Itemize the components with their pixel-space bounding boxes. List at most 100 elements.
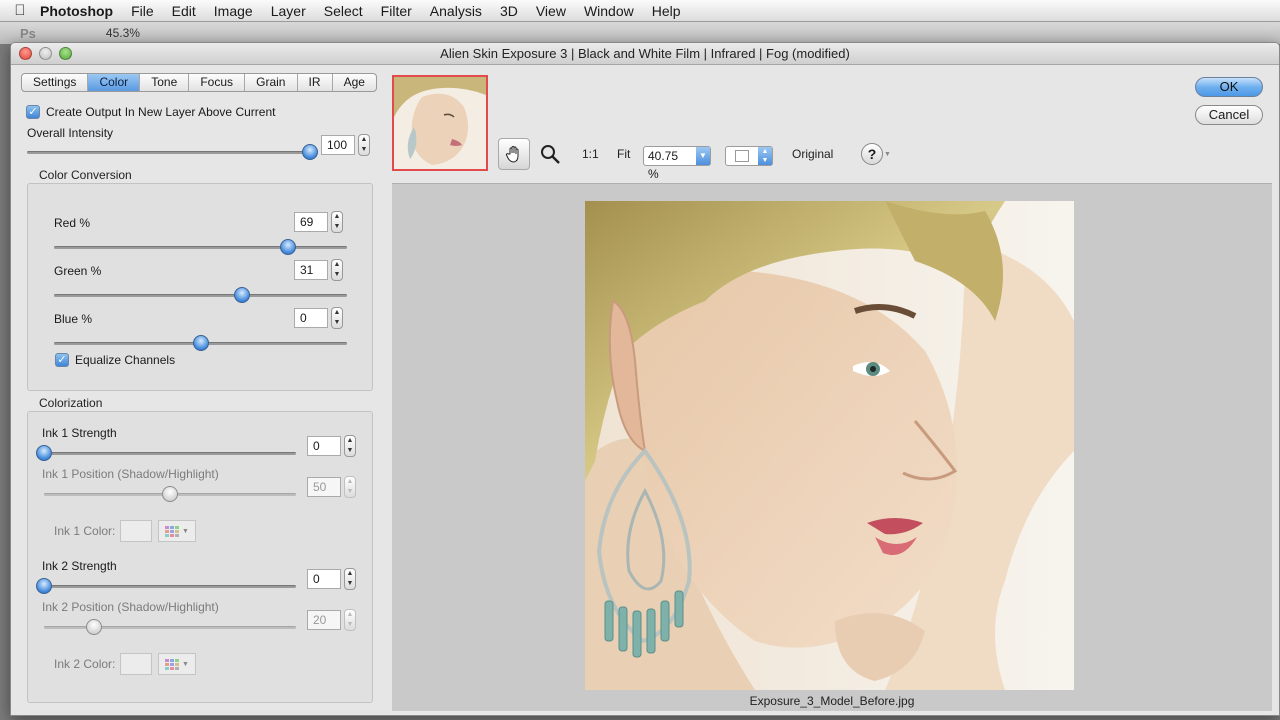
- blue-step-arrows[interactable]: ▲ ▼: [331, 307, 343, 329]
- thumbnail-image: [394, 77, 486, 169]
- overall-intensity-field[interactable]: 100: [321, 135, 355, 155]
- red-field[interactable]: 69: [294, 212, 328, 232]
- zoom-tool-button[interactable]: [535, 137, 565, 171]
- apple-menu-icon[interactable]: : [0, 2, 40, 19]
- equalize-channels-row[interactable]: ✓ Equalize Channels: [55, 353, 175, 367]
- green-label: Green %: [54, 264, 102, 278]
- window-close-button[interactable]: [19, 47, 32, 60]
- chevron-down-icon: ▼: [696, 147, 710, 165]
- create-output-checkbox[interactable]: ✓: [26, 105, 40, 119]
- ink2-strength-slider[interactable]: [36, 578, 296, 594]
- ink1-color-picker-button[interactable]: ▼: [158, 520, 196, 542]
- photoshop-logo: Ps: [20, 25, 36, 41]
- zoom-1-1-button[interactable]: 1:1: [582, 137, 599, 171]
- help-icon: ?: [861, 143, 883, 165]
- overall-intensity-stepper[interactable]: 100 ▲ ▼: [321, 134, 370, 156]
- ink1-strength-field[interactable]: 0: [307, 436, 341, 456]
- photoshop-zoom-level[interactable]: 45.3%: [106, 26, 140, 40]
- ink2-color-swatch[interactable]: [120, 653, 152, 675]
- ink1-position-knob[interactable]: [162, 486, 178, 502]
- menu-image[interactable]: Image: [214, 3, 253, 19]
- background-color-select[interactable]: ▲ ▼: [725, 146, 773, 166]
- green-slider[interactable]: [54, 287, 347, 303]
- green-step-arrows[interactable]: ▲ ▼: [331, 259, 343, 281]
- ink1-position-slider[interactable]: [44, 486, 296, 502]
- panel-tabs: Settings Color Tone Focus Grain IR Age: [21, 73, 377, 92]
- ink2-position-step-arrows[interactable]: ▲ ▼: [344, 609, 356, 631]
- menu-view[interactable]: View: [536, 3, 566, 19]
- ink1-position-stepper[interactable]: 50 ▲ ▼: [307, 476, 356, 498]
- red-stepper[interactable]: 69 ▲ ▼: [294, 211, 343, 233]
- green-field[interactable]: 31: [294, 260, 328, 280]
- window-minimize-button[interactable]: [39, 47, 52, 60]
- cancel-button[interactable]: Cancel: [1195, 105, 1263, 125]
- original-toggle-button[interactable]: Original: [792, 137, 833, 171]
- tab-age[interactable]: Age: [333, 74, 376, 91]
- blue-stepper[interactable]: 0 ▲ ▼: [294, 307, 343, 329]
- preset-thumbnail[interactable]: [392, 75, 488, 171]
- preview-image[interactable]: [585, 201, 1074, 690]
- menu-3d[interactable]: 3D: [500, 3, 518, 19]
- zoom-select[interactable]: 40.75 % ▼: [643, 146, 711, 181]
- blue-knob[interactable]: [192, 335, 209, 351]
- hand-tool-button[interactable]: [498, 137, 530, 171]
- overall-intensity-step-arrows[interactable]: ▲ ▼: [358, 134, 370, 156]
- ink1-strength-knob[interactable]: [36, 445, 52, 461]
- blue-slider[interactable]: [54, 335, 347, 351]
- ink1-position-field[interactable]: 50: [307, 477, 341, 497]
- red-knob[interactable]: [280, 239, 297, 255]
- ink1-color-label: Ink 1 Color:: [54, 524, 116, 538]
- tab-grain[interactable]: Grain: [245, 74, 298, 91]
- ink2-strength-knob[interactable]: [36, 578, 52, 594]
- window-titlebar[interactable]: Alien Skin Exposure 3 | Black and White …: [11, 43, 1279, 65]
- color-conversion-group: Red % 69 ▲▼ Green % 31 ▲▼ Blue % 0 ▲▼: [27, 183, 373, 391]
- menu-window[interactable]: Window: [584, 3, 634, 19]
- ink2-strength-stepper[interactable]: 0 ▲ ▼: [307, 568, 356, 590]
- app-menu-photoshop[interactable]: Photoshop: [40, 3, 113, 19]
- green-stepper[interactable]: 31 ▲ ▼: [294, 259, 343, 281]
- green-knob[interactable]: [233, 287, 250, 303]
- menu-layer[interactable]: Layer: [271, 3, 306, 19]
- colorization-title: Colorization: [39, 396, 103, 410]
- tab-focus[interactable]: Focus: [189, 74, 246, 91]
- red-step-arrows[interactable]: ▲ ▼: [331, 211, 343, 233]
- create-output-label: Create Output In New Layer Above Current: [46, 105, 276, 119]
- menu-file[interactable]: File: [131, 3, 154, 19]
- preview-area[interactable]: Exposure_3_Model_Before.jpg: [392, 183, 1272, 711]
- ink1-color-swatch[interactable]: [120, 520, 152, 542]
- ink2-strength-step-arrows[interactable]: ▲ ▼: [344, 568, 356, 590]
- tab-settings[interactable]: Settings: [22, 74, 89, 91]
- ink2-position-field[interactable]: 20: [307, 610, 341, 630]
- blue-field[interactable]: 0: [294, 308, 328, 328]
- menu-help[interactable]: Help: [652, 3, 681, 19]
- menu-analysis[interactable]: Analysis: [430, 3, 482, 19]
- menu-filter[interactable]: Filter: [381, 3, 412, 19]
- overall-intensity-knob[interactable]: [302, 144, 318, 160]
- tab-tone[interactable]: Tone: [140, 74, 190, 91]
- tab-color[interactable]: Color: [88, 74, 141, 91]
- help-button[interactable]: ? ▼: [861, 137, 891, 171]
- ink1-strength-step-arrows[interactable]: ▲ ▼: [344, 435, 356, 457]
- preview-filename: Exposure_3_Model_Before.jpg: [749, 694, 915, 708]
- window-zoom-button[interactable]: [59, 47, 72, 60]
- ink1-strength-stepper[interactable]: 0 ▲ ▼: [307, 435, 356, 457]
- ink2-position-stepper[interactable]: 20 ▲ ▼: [307, 609, 356, 631]
- red-label: Red %: [54, 216, 91, 230]
- menu-edit[interactable]: Edit: [172, 3, 196, 19]
- ink2-strength-field[interactable]: 0: [307, 569, 341, 589]
- overall-intensity-slider[interactable]: [27, 144, 318, 160]
- equalize-channels-checkbox[interactable]: ✓: [55, 353, 69, 367]
- ok-button[interactable]: OK: [1195, 77, 1263, 97]
- red-slider[interactable]: [54, 239, 347, 255]
- window-title: Alien Skin Exposure 3 | Black and White …: [440, 46, 850, 61]
- menu-select[interactable]: Select: [324, 3, 363, 19]
- ink2-position-slider[interactable]: [44, 619, 296, 635]
- ink1-strength-slider[interactable]: [36, 445, 296, 461]
- tab-ir[interactable]: IR: [298, 74, 333, 91]
- ink1-position-step-arrows[interactable]: ▲ ▼: [344, 476, 356, 498]
- ink2-color-picker-button[interactable]: ▼: [158, 653, 196, 675]
- ink2-position-knob[interactable]: [86, 619, 103, 635]
- create-output-row[interactable]: ✓ Create Output In New Layer Above Curre…: [26, 105, 275, 119]
- zoom-fit-button[interactable]: Fit: [617, 137, 630, 171]
- hand-icon: [505, 146, 519, 163]
